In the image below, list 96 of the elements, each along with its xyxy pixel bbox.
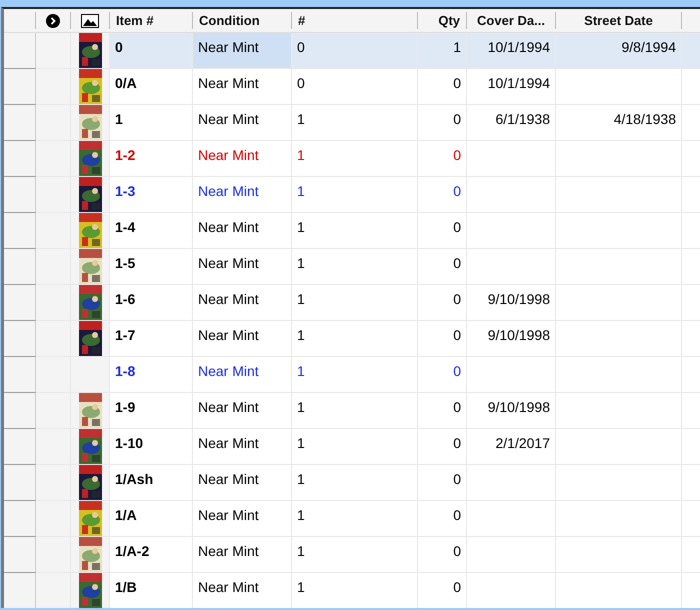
quantity: 0 (453, 183, 461, 199)
table-row[interactable]: 1-7 Near Mint 1 0 9/10/1998 (4, 321, 700, 357)
item-number: 1-2 (115, 147, 136, 163)
table-row[interactable]: 1-6 Near Mint 1 0 9/10/1998 (4, 285, 700, 321)
item-number: 1/A-2 (115, 543, 150, 559)
item-number: 1-4 (115, 219, 136, 235)
quantity: 0 (453, 147, 461, 163)
issue-number: 1 (297, 183, 305, 199)
table-row[interactable]: 1-4 Near Mint 1 0 (4, 213, 700, 249)
item-number: 1-5 (115, 255, 136, 271)
quantity: 0 (453, 399, 461, 415)
condition-text: Near Mint (198, 75, 259, 91)
item-number: 1-3 (115, 183, 136, 199)
column-header[interactable]: Qty (418, 12, 467, 29)
column-header[interactable]: Cover Da... (467, 12, 556, 29)
condition-text: Near Mint (198, 579, 259, 595)
cover-date: 10/1/1994 (488, 39, 550, 55)
condition-text: Near Mint (198, 327, 259, 343)
condition-text: Near Mint (198, 291, 259, 307)
quantity: 0 (453, 111, 461, 127)
item-number: 1/A (115, 507, 137, 523)
table-row[interactable]: 1/A Near Mint 1 0 (4, 501, 700, 537)
cover-date: 2/1/2017 (496, 435, 550, 451)
table-row[interactable]: 1-9 Near Mint 1 0 9/10/1998 (4, 393, 700, 429)
issue-number: 1 (297, 219, 305, 235)
issue-number: 1 (297, 147, 305, 163)
column-header[interactable]: Condition (193, 12, 292, 29)
condition-text: Near Mint (198, 363, 259, 379)
issue-number: 1 (297, 363, 305, 379)
condition-text: Near Mint (198, 507, 259, 523)
cover-date: 9/10/1998 (488, 327, 550, 343)
item-number: 1/B (115, 579, 137, 595)
condition-text: Near Mint (198, 435, 259, 451)
issue-number: 1 (297, 399, 305, 415)
quantity: 0 (453, 291, 461, 307)
quantity: 0 (453, 255, 461, 271)
item-number: 1-10 (115, 435, 144, 451)
table-row[interactable]: 1-10 Near Mint 1 0 2/1/2017 (4, 429, 700, 465)
quantity: 0 (453, 75, 461, 91)
item-number: 1/Ash (115, 471, 154, 487)
condition-text: Near Mint (198, 543, 259, 559)
item-number: 1-7 (115, 327, 136, 343)
issue-number: 1 (297, 579, 305, 595)
quantity: 0 (453, 471, 461, 487)
condition-text: Near Mint (198, 147, 259, 163)
table-row[interactable]: 1 Near Mint 1 0 6/1/1938 4/18/1938 (4, 105, 700, 141)
image-icon[interactable] (81, 14, 99, 28)
item-number: 1-9 (115, 399, 136, 415)
issue-number: 1 (297, 543, 305, 559)
issue-number: 0 (297, 75, 305, 91)
item-number: 0 (115, 39, 123, 55)
table-row[interactable]: 0/A Near Mint 0 0 10/1/1994 (4, 69, 700, 105)
condition-text: Near Mint (198, 39, 259, 55)
table-row[interactable]: 1-8 Near Mint 1 0 (4, 357, 700, 393)
table-row[interactable]: 1-3 Near Mint 1 0 (4, 177, 700, 213)
column-header[interactable]: Item # (110, 12, 193, 29)
column-header[interactable]: # (292, 12, 418, 29)
condition-text: Near Mint (198, 111, 259, 127)
condition-text: Near Mint (198, 183, 259, 199)
table-row[interactable]: 1/A-2 Near Mint 1 0 (4, 537, 700, 573)
issue-number: 0 (297, 39, 305, 55)
street-date: 4/18/1938 (614, 111, 676, 127)
issue-number: 1 (297, 291, 305, 307)
item-number: 1-8 (115, 363, 136, 379)
condition-text: Near Mint (198, 399, 259, 415)
cover-date: 9/10/1998 (488, 291, 550, 307)
item-number: 0/A (115, 75, 137, 91)
issue-number: 1 (297, 327, 305, 343)
table-row[interactable]: 1-2 Near Mint 1 0 (4, 141, 700, 177)
item-number: 1 (115, 111, 123, 127)
arrow-circle-icon[interactable] (46, 14, 60, 28)
quantity: 0 (453, 579, 461, 595)
quantity: 0 (453, 327, 461, 343)
cover-date: 9/10/1998 (488, 399, 550, 415)
issue-number: 1 (297, 471, 305, 487)
quantity: 0 (453, 219, 461, 235)
table-row[interactable]: 0 Near Mint 0 1 10/1/1994 9/8/1994 (4, 33, 700, 69)
quantity: 0 (453, 507, 461, 523)
quantity: 1 (453, 39, 461, 55)
table-row[interactable]: 1/Ash Near Mint 1 0 (4, 465, 700, 501)
cover-date: 10/1/1994 (488, 75, 550, 91)
item-number: 1-6 (115, 291, 136, 307)
column-header[interactable]: Street Date (556, 12, 682, 29)
cover-date: 6/1/1938 (496, 111, 550, 127)
issue-number: 1 (297, 111, 305, 127)
condition-text: Near Mint (198, 219, 259, 235)
issue-number: 1 (297, 435, 305, 451)
quantity: 0 (453, 543, 461, 559)
quantity: 0 (453, 363, 461, 379)
table-row[interactable]: 1-5 Near Mint 1 0 (4, 249, 700, 285)
condition-text: Near Mint (198, 255, 259, 271)
issue-number: 1 (297, 255, 305, 271)
street-date: 9/8/1994 (622, 39, 676, 55)
issue-number: 1 (297, 507, 305, 523)
condition-text: Near Mint (198, 471, 259, 487)
quantity: 0 (453, 435, 461, 451)
